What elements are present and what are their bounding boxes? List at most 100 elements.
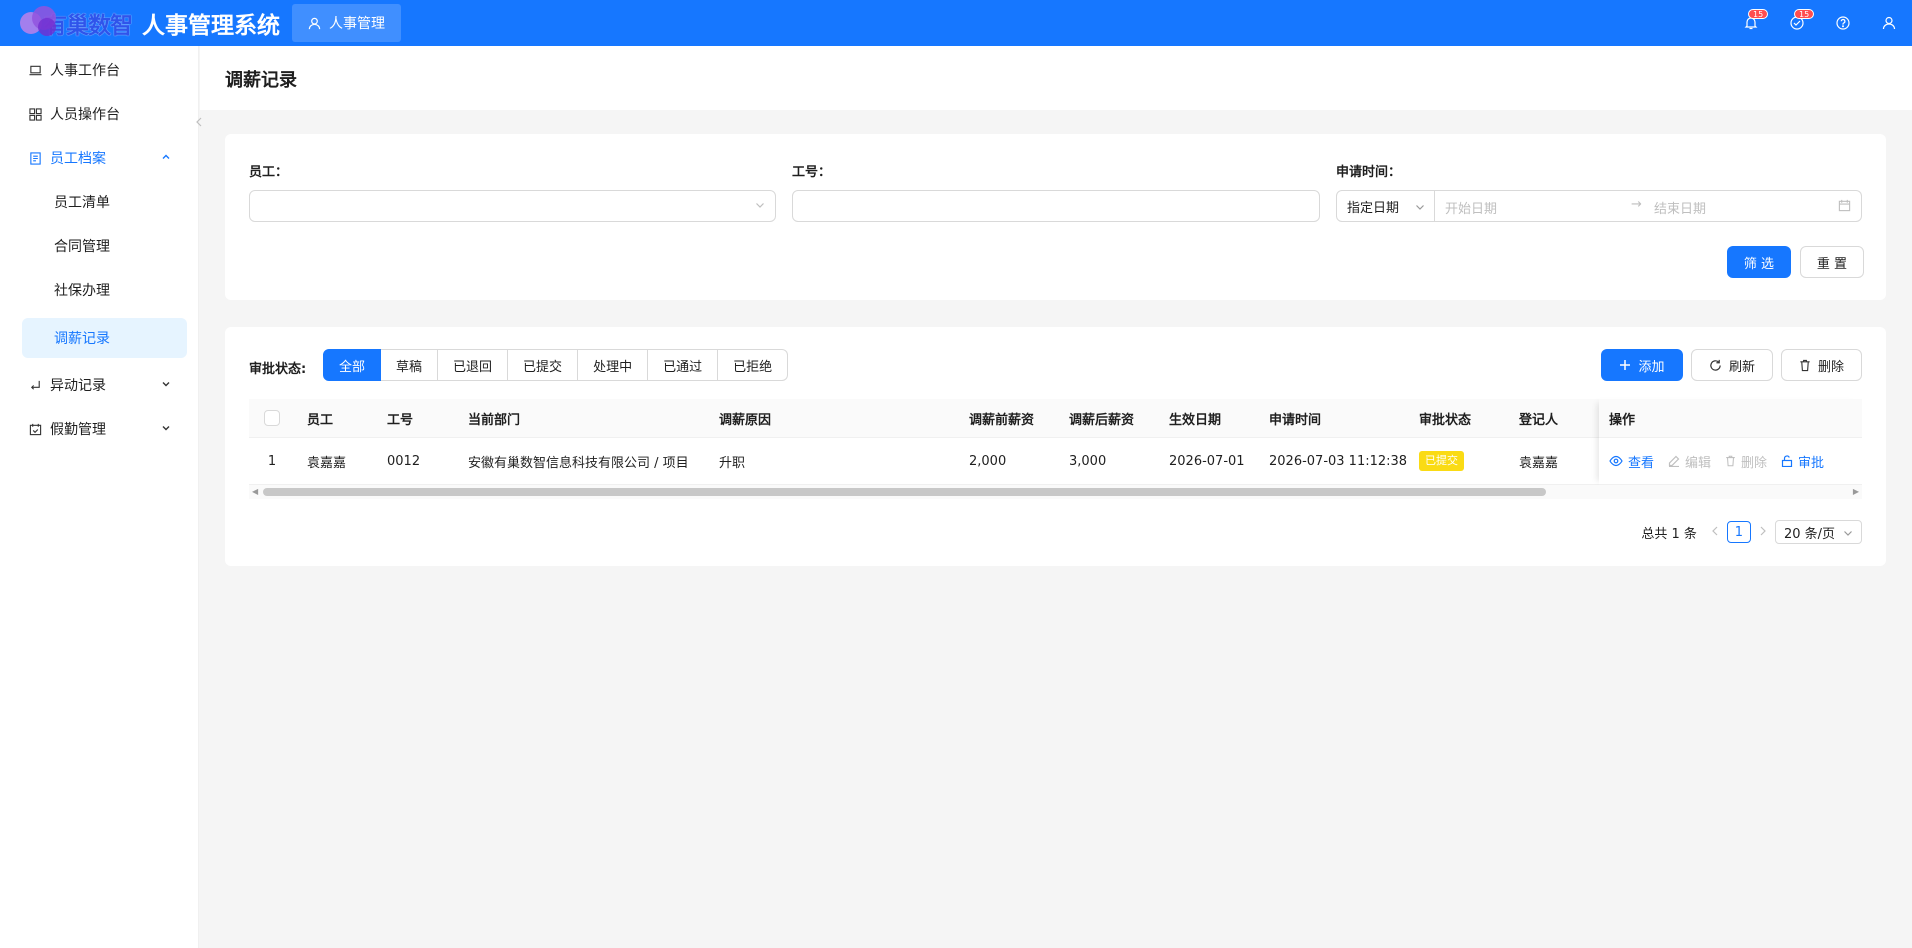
column-header[interactable]: 审批状态 [1419, 399, 1499, 437]
row-delete-button[interactable]: 删除 [1725, 452, 1767, 471]
page-size-select[interactable]: 20 条/页 [1774, 520, 1862, 544]
module-tab-hr[interactable]: 人事管理 [292, 4, 401, 42]
next-page-icon[interactable] [1759, 525, 1767, 540]
cell-salary-after: 3,000 [1069, 453, 1107, 469]
status-tab-approved[interactable]: 已通过 [648, 349, 719, 381]
laptop-icon [28, 63, 42, 77]
scroll-right-icon[interactable]: ▶ [1853, 487, 1859, 496]
view-button[interactable]: 查看 [1609, 452, 1654, 471]
sidebar: 人事工作台 人员操作台 员工档案 员工清单 合同管理 社保办理 调薪记录 异动记… [0, 46, 202, 948]
pagination: 总共 1 条 1 20 条/页 [1641, 519, 1862, 545]
sidebar-item-social-security[interactable]: 社保办理 [22, 270, 187, 310]
total-count: 总共 1 条 [1641, 526, 1697, 542]
cell-salary-before: 2,000 [969, 453, 1007, 469]
approval-status-tabs: 全部 草稿 已退回 已提交 处理中 已通过 已拒绝 [323, 349, 789, 381]
job-no-label: 工号： [792, 165, 832, 180]
reload-icon [1710, 359, 1721, 371]
cell-job-no: 0012 [387, 453, 421, 469]
operation-cell: 查看 编辑 删除 审批 [1599, 438, 1862, 485]
sidebar-item-label: 异动记录 [50, 378, 106, 394]
cell-employee: 袁嘉嘉 [307, 455, 347, 471]
column-header[interactable]: 调薪前薪资 [969, 399, 1057, 437]
date-range-picker[interactable]: 开始日期 → 结束日期 [1435, 190, 1862, 222]
page-title: 调薪记录 [225, 70, 297, 91]
arrow-right-icon: → [1631, 197, 1642, 212]
sidebar-item-transfer-records[interactable]: 异动记录 [22, 365, 187, 405]
sidebar-item-salary-adjustment[interactable]: 调薪记录 [22, 318, 187, 358]
sidebar-collapse-button[interactable] [192, 112, 206, 132]
module-tab-label: 人事管理 [329, 16, 385, 32]
notification-badge: 15 [1748, 9, 1769, 19]
select-all-checkbox[interactable] [264, 410, 280, 426]
column-header[interactable]: 当前部门 [468, 399, 657, 437]
sidebar-item-leave-attendance[interactable]: 假勤管理 [22, 409, 187, 449]
status-tab-submitted[interactable]: 已提交 [508, 349, 579, 381]
plus-icon [1620, 360, 1631, 370]
row-delete-button-label: 删除 [1741, 455, 1768, 471]
sidebar-item-label: 调薪记录 [54, 331, 110, 347]
system-title: 人事管理系统 [142, 13, 280, 39]
column-header[interactable]: 工号 [387, 399, 447, 437]
approve-button-label: 审批 [1798, 455, 1825, 471]
user-menu-button[interactable] [1866, 0, 1912, 46]
sidebar-item-employee-list[interactable]: 员工清单 [22, 182, 187, 222]
cell-registrar: 袁嘉嘉 [1519, 455, 1559, 471]
edit-button-label: 编辑 [1685, 455, 1712, 471]
status-tab-draft[interactable]: 草稿 [381, 349, 439, 381]
sidebar-item-label: 社保办理 [54, 283, 110, 299]
page-header: 调薪记录 [200, 46, 1912, 110]
approval-status-label: 审批状态: [249, 362, 307, 377]
column-header[interactable]: 调薪后薪资 [1069, 399, 1157, 437]
horizontal-scrollbar[interactable]: ◀ ▶ [249, 485, 1862, 499]
reset-button[interactable]: 重 置 [1800, 246, 1864, 278]
sidebar-item-contract-management[interactable]: 合同管理 [22, 226, 187, 266]
column-header[interactable]: 登记人 [1519, 399, 1589, 437]
filter-button[interactable]: 筛 选 [1727, 246, 1791, 278]
status-tab-rejected[interactable]: 已拒绝 [718, 349, 789, 381]
sidebar-item-hr-workbench[interactable]: 人事工作台 [22, 50, 187, 90]
status-tab-all[interactable]: 全部 [323, 349, 382, 381]
table-card: 审批状态: 全部 草稿 已退回 已提交 处理中 已通过 已拒绝 添加 刷新 删除… [225, 327, 1886, 566]
delete-button-label: 删除 [1817, 359, 1844, 375]
scrollbar-thumb[interactable] [263, 488, 1546, 496]
add-button[interactable]: 添加 [1601, 349, 1683, 381]
approve-button[interactable]: 审批 [1781, 452, 1824, 471]
range-type-select[interactable]: 指定日期 [1336, 190, 1435, 222]
column-header[interactable]: 生效日期 [1169, 399, 1259, 437]
page-number[interactable]: 1 [1726, 521, 1751, 543]
employee-label: 员工： [249, 165, 289, 180]
start-date-input[interactable]: 开始日期 [1445, 198, 1497, 217]
edit-icon [1668, 455, 1680, 467]
question-icon [1836, 16, 1850, 30]
cell-apply-time: 2026-07-03 11:12:38 [1269, 453, 1408, 469]
status-tab-processing[interactable]: 处理中 [578, 349, 649, 381]
trash-icon [1800, 359, 1810, 371]
sidebar-item-staff-console[interactable]: 人员操作台 [22, 94, 187, 134]
eye-icon [1609, 455, 1623, 467]
column-header[interactable]: 申请时间 [1269, 399, 1409, 437]
chevron-down-icon [755, 200, 765, 213]
column-header[interactable]: 员工 [307, 399, 373, 437]
edit-button[interactable]: 编辑 [1668, 452, 1711, 471]
scroll-left-icon[interactable]: ◀ [252, 487, 258, 496]
appstore-icon [28, 107, 42, 121]
job-no-input[interactable] [792, 190, 1320, 222]
add-button-label: 添加 [1638, 359, 1665, 375]
employee-select[interactable] [249, 190, 776, 222]
enter-icon [28, 378, 42, 392]
status-tab-returned[interactable]: 已退回 [438, 349, 509, 381]
help-button[interactable] [1820, 0, 1866, 46]
sidebar-item-employee-files[interactable]: 员工档案 [22, 138, 187, 178]
column-header: 操作 [1599, 399, 1862, 438]
user-icon [1882, 16, 1896, 30]
task-button[interactable]: 15 [1774, 0, 1820, 46]
chevron-down-icon [161, 423, 171, 436]
delete-button[interactable]: 删除 [1781, 349, 1862, 381]
refresh-button[interactable]: 刷新 [1691, 349, 1773, 381]
end-date-input[interactable]: 结束日期 [1654, 198, 1706, 217]
column-header[interactable]: 调薪原因 [719, 399, 919, 437]
chevron-up-icon [161, 152, 171, 165]
sidebar-item-label: 员工档案 [50, 151, 106, 167]
prev-page-icon[interactable] [1711, 525, 1719, 540]
notification-button[interactable]: 15 [1728, 0, 1774, 46]
